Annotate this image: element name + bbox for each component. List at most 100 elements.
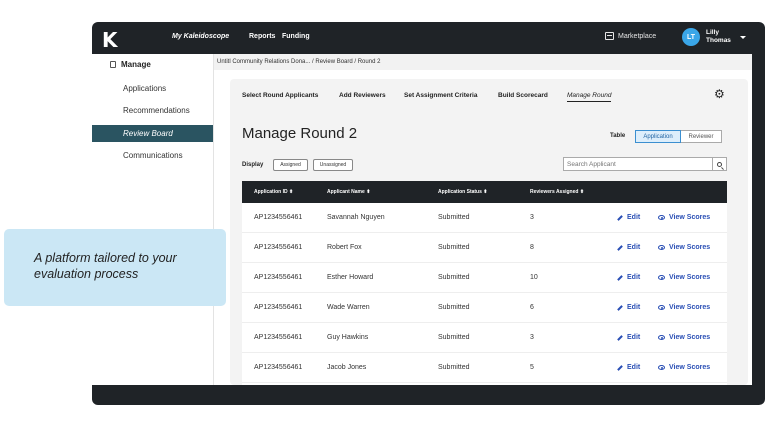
view-scores-button[interactable]: View Scores bbox=[658, 244, 710, 251]
view-toggle-label: Table bbox=[610, 133, 626, 139]
cell-reviewers: 10 bbox=[530, 274, 538, 281]
header-label: Application Status bbox=[438, 189, 482, 195]
cell-applicant-name: Jacob Jones bbox=[327, 364, 367, 371]
sort-icon: ⬍ bbox=[366, 189, 371, 195]
view-scores-button[interactable]: View Scores bbox=[658, 364, 710, 371]
breadcrumb[interactable]: Untitl Community Relations Dona... / Rev… bbox=[214, 54, 752, 70]
header-application-id[interactable]: Application ID ⬍ bbox=[254, 189, 293, 195]
chevron-down-icon[interactable] bbox=[740, 36, 746, 39]
search-button[interactable] bbox=[713, 157, 727, 171]
edit-label: Edit bbox=[627, 244, 641, 251]
tab-build-scorecard[interactable]: Build Scorecard bbox=[498, 92, 548, 99]
edit-label: Edit bbox=[627, 334, 641, 341]
sidebar-item-communications[interactable]: Communications bbox=[92, 147, 213, 164]
view-scores-button[interactable]: View Scores bbox=[658, 214, 710, 221]
sidebar-heading-label: Manage bbox=[121, 60, 151, 69]
header-reviewers-assigned[interactable]: Reviewers Assigned ⬍ bbox=[530, 189, 584, 195]
edit-button[interactable]: Edit bbox=[617, 274, 640, 281]
sidebar-item-review-board[interactable]: Review Board bbox=[92, 125, 213, 142]
view-scores-label: View Scores bbox=[669, 244, 711, 251]
search-input[interactable] bbox=[563, 157, 713, 171]
search-icon bbox=[717, 161, 722, 167]
view-scores-button[interactable]: View Scores bbox=[658, 304, 710, 311]
nav-reports[interactable]: Reports bbox=[249, 33, 275, 40]
sidebar-item-recommendations[interactable]: Recommendations bbox=[92, 102, 213, 119]
callout-line-1: A platform tailored to your bbox=[34, 251, 177, 265]
eye-icon bbox=[658, 275, 665, 280]
cell-status: Submitted bbox=[438, 304, 470, 311]
edit-icon bbox=[617, 244, 623, 251]
view-scores-label: View Scores bbox=[669, 214, 711, 221]
tab-set-assignment-criteria[interactable]: Set Assignment Criteria bbox=[404, 92, 477, 99]
app-window: K My Kaleidoscope Reports Funding Market… bbox=[92, 22, 765, 405]
tab-select-round-applicants[interactable]: Select Round Applicants bbox=[242, 92, 318, 99]
cell-application-id: AP1234556461 bbox=[254, 214, 303, 221]
table-row: AP1234556461 Esther Howard Submitted 10 … bbox=[242, 263, 727, 293]
header-label: Applicant Name bbox=[327, 189, 365, 195]
view-scores-button[interactable]: View Scores bbox=[658, 334, 710, 341]
kaleidoscope-logo[interactable]: K bbox=[102, 28, 118, 52]
edit-button[interactable]: Edit bbox=[617, 304, 640, 311]
header-application-status[interactable]: Application Status ⬍ bbox=[438, 189, 488, 195]
edit-icon bbox=[617, 274, 623, 281]
page-title: Manage Round 2 bbox=[242, 125, 358, 142]
table-header: Application ID ⬍ Applicant Name ⬍ Applic… bbox=[242, 181, 727, 203]
cell-application-id: AP1234556461 bbox=[254, 334, 303, 341]
edit-icon bbox=[617, 334, 623, 341]
toggle-application[interactable]: Application bbox=[635, 130, 681, 143]
edit-icon bbox=[617, 364, 623, 371]
table-row: AP1234556461 Robert Fox Submitted 8 Edit… bbox=[242, 233, 727, 263]
chip-unassigned[interactable]: Unassigned bbox=[313, 159, 353, 171]
cell-status: Submitted bbox=[438, 244, 470, 251]
cell-status: Submitted bbox=[438, 364, 470, 371]
edit-button[interactable]: Edit bbox=[617, 214, 640, 221]
view-scores-button[interactable]: View Scores bbox=[658, 274, 710, 281]
edit-button[interactable]: Edit bbox=[617, 334, 640, 341]
tab-manage-round[interactable]: Manage Round bbox=[567, 92, 612, 102]
cell-reviewers: 3 bbox=[530, 334, 534, 341]
cell-reviewers: 8 bbox=[530, 244, 534, 251]
nav-my-kaleidoscope[interactable]: My Kaleidoscope bbox=[172, 33, 229, 40]
cell-applicant-name: Wade Warren bbox=[327, 304, 370, 311]
sidebar: Manage Applications Recommendations Revi… bbox=[92, 54, 214, 385]
cell-status: Submitted bbox=[438, 214, 470, 221]
header-applicant-name[interactable]: Applicant Name ⬍ bbox=[327, 189, 370, 195]
edit-button[interactable]: Edit bbox=[617, 244, 640, 251]
cell-application-id: AP1234556461 bbox=[254, 364, 303, 371]
callout-text: A platform tailored to your evaluation p… bbox=[34, 250, 177, 282]
cell-reviewers: 3 bbox=[530, 214, 534, 221]
cell-applicant-name: Savannah Nguyen bbox=[327, 214, 385, 221]
edit-icon bbox=[617, 214, 623, 221]
view-scores-label: View Scores bbox=[669, 364, 711, 371]
sidebar-heading: Manage bbox=[110, 60, 151, 69]
cell-applicant-name: Esther Howard bbox=[327, 274, 374, 281]
edit-icon bbox=[617, 304, 623, 311]
cell-application-id: AP1234556461 bbox=[254, 304, 303, 311]
avatar[interactable]: LT bbox=[682, 28, 700, 46]
header-label: Application ID bbox=[254, 189, 288, 195]
toggle-reviewer[interactable]: Reviewer bbox=[681, 130, 722, 143]
edit-label: Edit bbox=[627, 364, 641, 371]
marketplace-link[interactable]: Marketplace bbox=[605, 32, 656, 40]
callout-line-2: evaluation process bbox=[34, 267, 139, 281]
nav-funding[interactable]: Funding bbox=[282, 33, 310, 40]
user-name[interactable]: Lilly Thomas bbox=[706, 29, 731, 45]
table-row: AP1234556461 Guy Hawkins Submitted 3 Edi… bbox=[242, 323, 727, 353]
eye-icon bbox=[658, 305, 665, 310]
chip-assigned[interactable]: Assigned bbox=[273, 159, 308, 171]
sidebar-item-applications[interactable]: Applications bbox=[92, 80, 213, 97]
eye-icon bbox=[658, 365, 665, 370]
cell-application-id: AP1234556461 bbox=[254, 244, 303, 251]
eye-icon bbox=[658, 335, 665, 340]
app-screen: Manage Applications Recommendations Revi… bbox=[92, 54, 752, 385]
cell-applicant-name: Robert Fox bbox=[327, 244, 362, 251]
manage-icon bbox=[110, 61, 116, 68]
display-label: Display bbox=[242, 162, 264, 168]
sort-icon: ⬍ bbox=[579, 189, 585, 195]
gear-icon[interactable]: ⚙ bbox=[714, 87, 725, 101]
edit-label: Edit bbox=[627, 274, 641, 281]
tab-add-reviewers[interactable]: Add Reviewers bbox=[339, 92, 386, 99]
cell-application-id: AP1234556461 bbox=[254, 274, 303, 281]
edit-button[interactable]: Edit bbox=[617, 364, 640, 371]
eye-icon bbox=[658, 245, 665, 250]
